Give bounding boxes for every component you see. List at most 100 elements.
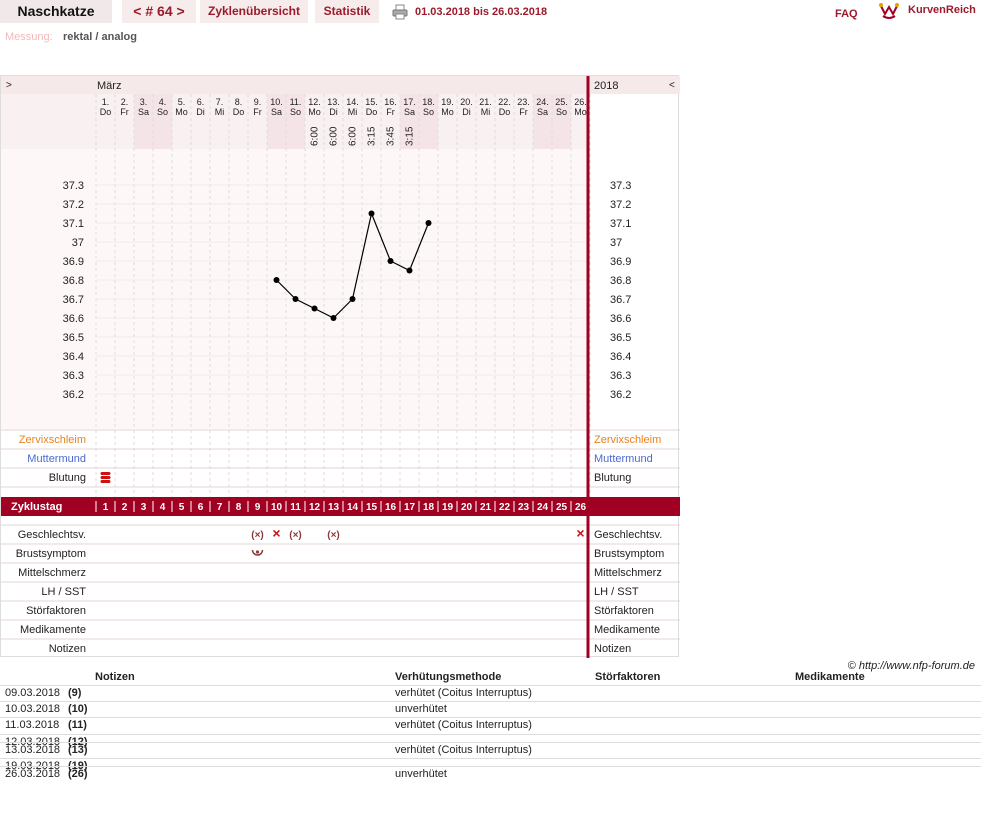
bottom-row-label-right: Geschlechtsv. bbox=[594, 529, 662, 541]
cycle-day-number: 11 bbox=[290, 502, 301, 513]
temperature-point bbox=[292, 296, 299, 302]
weekday-label: Sa bbox=[271, 107, 282, 117]
measure-time: 3:15 bbox=[367, 126, 378, 146]
note-row: 10.03.2018 (10) unverhütet bbox=[0, 701, 981, 717]
cycle-navigator[interactable]: < # 64 > bbox=[122, 0, 196, 23]
bottom-row-label: Medikamente bbox=[20, 624, 86, 636]
observation-label-right: Muttermund bbox=[594, 453, 653, 465]
measure-time: 6:00 bbox=[348, 126, 359, 146]
cycle-day-number: 25 bbox=[556, 502, 568, 513]
bottom-row-label-right: Notizen bbox=[594, 643, 631, 655]
day-number: 1. bbox=[102, 97, 110, 107]
printer-icon[interactable] bbox=[392, 4, 408, 20]
observation-label: Zervixschleim bbox=[19, 434, 86, 446]
weekday-label: Fr bbox=[519, 107, 528, 117]
temperature-point bbox=[330, 315, 337, 321]
observation-label-right: Blutung bbox=[594, 472, 631, 484]
measure-time: 6:00 bbox=[310, 126, 321, 146]
day-number: 24. bbox=[536, 97, 549, 107]
measurement-label: Messung: bbox=[5, 31, 53, 43]
day-number: 5. bbox=[178, 97, 186, 107]
weekday-label: Di bbox=[329, 107, 338, 117]
cycle-day-number: 8 bbox=[236, 502, 242, 513]
weekday-label: Mi bbox=[215, 107, 225, 117]
cycle-day-number: 10 bbox=[271, 502, 283, 513]
plot-bg bbox=[1, 149, 588, 429]
cycle-day-number: 26 bbox=[575, 502, 587, 513]
weekday-label: Mo bbox=[441, 107, 454, 117]
day-number: 20. bbox=[460, 97, 473, 107]
day-number: 7. bbox=[216, 97, 224, 107]
faq-link[interactable]: FAQ bbox=[835, 8, 858, 20]
temp-tick-left: 36.7 bbox=[63, 294, 84, 306]
cycle-day-number: 15 bbox=[366, 502, 378, 513]
note-date: 10.03.2018 bbox=[5, 703, 61, 715]
cycle-day-number: 17 bbox=[404, 502, 416, 513]
month-label: März bbox=[97, 80, 121, 92]
cycle-day-number: 22 bbox=[499, 502, 511, 513]
observation-label: Blutung bbox=[49, 472, 86, 484]
cycle-day-number: 24 bbox=[537, 502, 549, 513]
day-number: 10. bbox=[270, 97, 283, 107]
top-bar: Naschkatze < # 64 > Zyklenübersicht Stat… bbox=[0, 0, 981, 26]
cycle-chart: > März 2018 <1. Do 2. Fr 3. Sa 4. So 5. Mo 6. Di 7. Mi 8.… bbox=[0, 75, 680, 658]
day-number: 8. bbox=[235, 97, 243, 107]
day-number: 22. bbox=[498, 97, 511, 107]
temp-tick-right: 37.3 bbox=[610, 180, 631, 192]
note-method: unverhütet bbox=[395, 703, 447, 715]
weekday-label: Di bbox=[196, 107, 205, 117]
day-number: 4. bbox=[159, 97, 167, 107]
temp-tick-left: 36.8 bbox=[63, 275, 84, 287]
cycle-day-number: 13 bbox=[328, 502, 340, 513]
temp-tick-left: 37.1 bbox=[63, 218, 84, 230]
weekday-label: Sa bbox=[537, 107, 548, 117]
weekday-label: So bbox=[290, 107, 301, 117]
weekday-label: So bbox=[157, 107, 168, 117]
temp-tick-right: 36.7 bbox=[610, 294, 631, 306]
temp-tick-left: 36.5 bbox=[63, 332, 84, 344]
day-number: 16. bbox=[384, 97, 397, 107]
bottom-row-label: Geschlechtsv. bbox=[18, 529, 86, 541]
crown-icon bbox=[879, 3, 899, 19]
measurement-value: rektal / analog bbox=[63, 31, 137, 43]
day-number: 11. bbox=[290, 97, 302, 107]
cycle-chart-svg: > März 2018 <1.Do2.Fr3.Sa4.So5.Mo6.Di7.Mi8.… bbox=[1, 76, 680, 658]
temp-tick-left: 37 bbox=[72, 237, 84, 249]
temperature-point bbox=[273, 277, 280, 283]
bottom-row-label-right: Brustsymptom bbox=[594, 548, 664, 560]
meds-header: Medikamente bbox=[795, 671, 865, 683]
day-number: 14. bbox=[346, 97, 359, 107]
temp-tick-right: 36.6 bbox=[610, 313, 631, 325]
faults-header: Störfaktoren bbox=[595, 671, 661, 683]
bottom-row-label: Mittelschmerz bbox=[18, 567, 86, 579]
app-title: Naschkatze bbox=[0, 0, 112, 23]
cycle-day-number: 4 bbox=[160, 502, 166, 513]
weekday-label: Di bbox=[462, 107, 471, 117]
cycle-day-number: 9 bbox=[255, 502, 261, 513]
tab-cycle-overview[interactable]: Zyklenübersicht bbox=[200, 0, 308, 23]
bottom-row-label-right: Mittelschmerz bbox=[594, 567, 662, 579]
day-number: 9. bbox=[254, 97, 262, 107]
temp-tick-right: 36.4 bbox=[610, 351, 631, 363]
temp-tick-right: 37 bbox=[610, 237, 622, 249]
tab-statistics[interactable]: Statistik bbox=[315, 0, 379, 23]
weekday-label: So bbox=[423, 107, 434, 117]
bottom-row-label: LH / SST bbox=[41, 586, 86, 598]
note-cycle-day: (11) bbox=[68, 719, 87, 731]
bottom-row-label: Notizen bbox=[49, 643, 86, 655]
bleeding-marker bbox=[100, 472, 111, 475]
weekday-label: Do bbox=[499, 107, 511, 117]
day-number: 13. bbox=[327, 97, 340, 107]
year-label: 2018 bbox=[594, 80, 618, 92]
day-number: 6. bbox=[197, 97, 205, 107]
cycle-day-number: 3 bbox=[141, 502, 147, 513]
weekday-label: Do bbox=[233, 107, 245, 117]
note-method: verhütet (Coitus Interruptus) bbox=[395, 687, 532, 699]
intercourse-icon: × bbox=[272, 525, 280, 541]
cycle-day-number: 14 bbox=[347, 502, 359, 513]
bleeding-marker bbox=[100, 480, 111, 483]
note-cycle-day: (9) bbox=[68, 687, 82, 699]
temp-tick-right: 36.5 bbox=[610, 332, 631, 344]
temp-tick-left: 36.3 bbox=[63, 370, 84, 382]
cycle-day-number: 6 bbox=[198, 502, 204, 513]
